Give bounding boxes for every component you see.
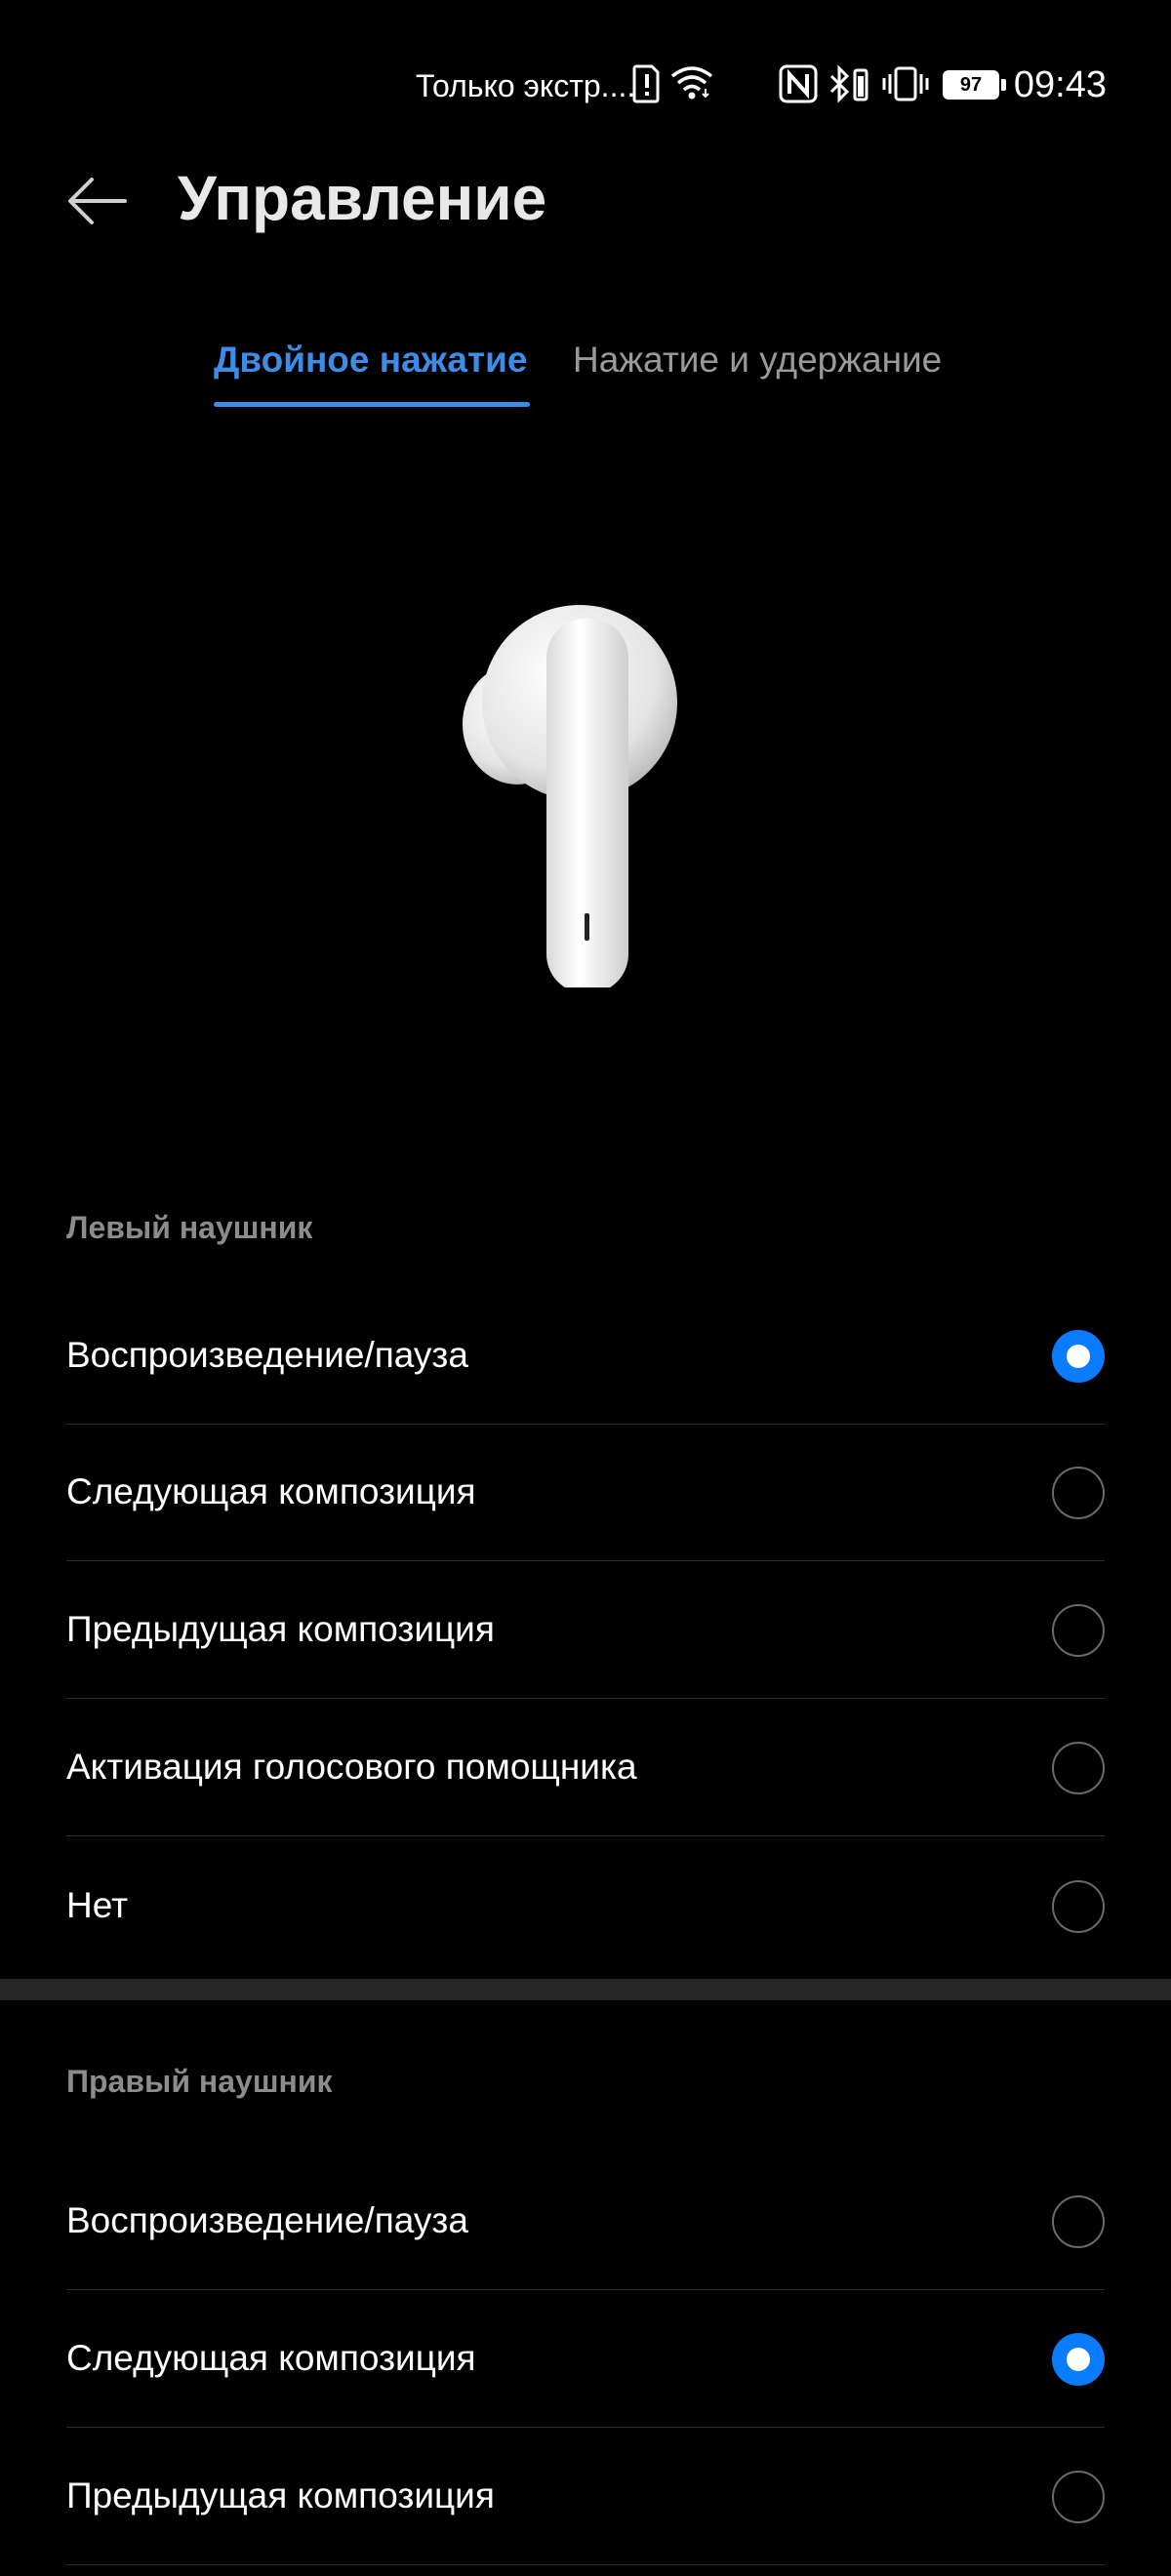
wifi-icon — [669, 64, 714, 108]
earbud-image — [459, 597, 693, 993]
battery-tip — [1001, 79, 1006, 91]
left-option-voice-assistant[interactable]: Активация голосового помощника — [66, 1700, 1105, 1836]
radio-button[interactable] — [1052, 1604, 1105, 1657]
section-title-left-earbud: Левый наушник — [66, 1210, 313, 1245]
vibrate-icon — [882, 64, 929, 108]
right-option-play-pause[interactable]: Воспроизведение/пауза — [66, 2153, 1105, 2290]
page-title: Управление — [178, 163, 547, 233]
carrier-text: Только экстр.... — [416, 68, 636, 103]
divider — [66, 2427, 1105, 2428]
option-label: Следующая композиция — [66, 1471, 476, 1511]
tab-indicator — [214, 402, 530, 407]
radio-button[interactable] — [1052, 1467, 1105, 1519]
radio-button[interactable] — [1052, 2471, 1105, 2523]
status-bar: Только экстр.... 97 09:43 — [0, 0, 1171, 176]
divider — [66, 1698, 1105, 1699]
divider — [66, 1560, 1105, 1561]
divider — [66, 2564, 1105, 2565]
left-option-previous-track[interactable]: Предыдущая композиция — [66, 1562, 1105, 1699]
section-separator — [0, 1979, 1171, 2000]
battery-icon: 97 — [943, 70, 999, 100]
option-label: Воспроизведение/пауза — [66, 1335, 468, 1375]
option-label: Воспроизведение/пауза — [66, 2200, 468, 2240]
section-title-right-earbud: Правый наушник — [66, 2064, 333, 2099]
clock: 09:43 — [1013, 64, 1107, 105]
option-label: Предыдущая композиция — [66, 2475, 495, 2516]
divider — [66, 1835, 1105, 1836]
right-option-next-track[interactable]: Следующая композиция — [66, 2291, 1105, 2428]
radio-button[interactable] — [1052, 1742, 1105, 1794]
bluetooth-icon — [826, 64, 870, 108]
left-option-next-track[interactable]: Следующая композиция — [66, 1425, 1105, 1561]
radio-button-selected[interactable] — [1052, 2333, 1105, 2386]
radio-button-selected[interactable] — [1052, 1330, 1105, 1383]
back-button[interactable] — [62, 166, 133, 236]
battery-level: 97 — [959, 73, 983, 96]
tab-press-and-hold[interactable]: Нажатие и удержание — [573, 340, 942, 381]
radio-button[interactable] — [1052, 1880, 1105, 1933]
option-label: Нет — [66, 1885, 129, 1925]
alert-sim-icon — [632, 64, 662, 108]
right-option-previous-track[interactable]: Предыдущая композиция — [66, 2429, 1105, 2565]
left-option-play-pause[interactable]: Воспроизведение/пауза — [66, 1288, 1105, 1425]
option-label: Следующая композиция — [66, 2338, 476, 2378]
tab-double-tap[interactable]: Двойное нажатие — [214, 340, 527, 381]
divider — [66, 2289, 1105, 2290]
nfc-icon — [779, 64, 818, 108]
arrow-left-icon — [68, 178, 127, 224]
radio-button[interactable] — [1052, 2195, 1105, 2248]
tab-bar: Двойное нажатие Нажатие и удержание — [0, 340, 1171, 418]
left-option-none[interactable]: Нет — [66, 1838, 1105, 1975]
option-label: Активация голосового помощника — [66, 1747, 637, 1787]
option-label: Предыдущая композиция — [66, 1609, 495, 1649]
